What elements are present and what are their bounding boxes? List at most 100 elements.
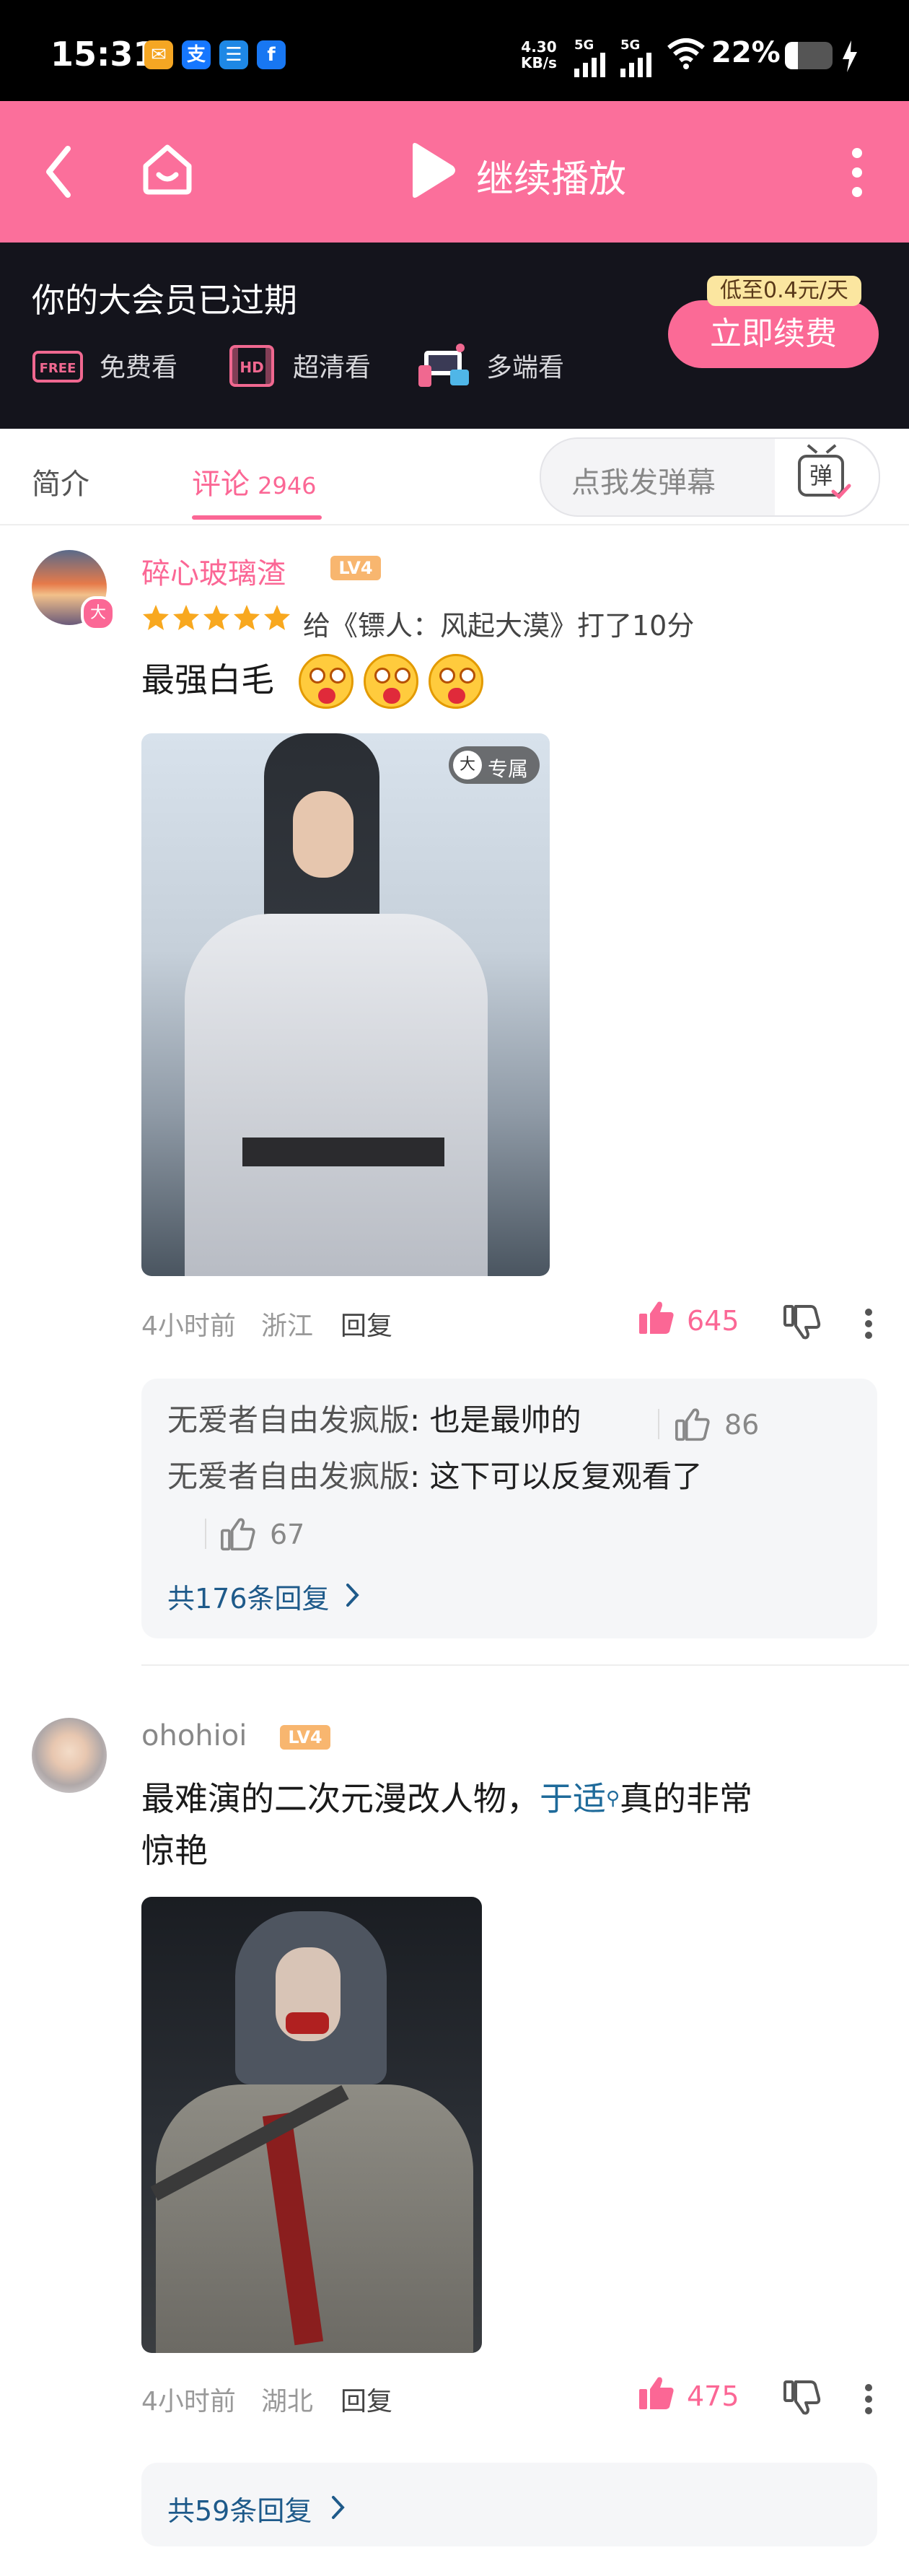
comment-text: 最强白毛 [141, 660, 274, 699]
reply-username[interactable]: 无爱者自由发疯版 [167, 1459, 410, 1494]
status-bar: 15:31 ✉ 支 ☰ f 4.30 KB/s 5G 5G 22% [0, 0, 909, 101]
comment-divider [141, 1664, 909, 1666]
alipay-icon: 支 [182, 40, 211, 69]
avatar[interactable] [32, 1718, 107, 1793]
network-speed-value: 4.30 [521, 38, 557, 56]
reply-preview-box[interactable]: 无爱者自由发疯版: 也是最帅的 86 无爱者自由发疯版: 这下可以反复观看了 6… [141, 1379, 877, 1638]
reply-like-count: 86 [724, 1409, 760, 1441]
tab-comments-count: 2946 [258, 472, 317, 499]
more-options-icon[interactable] [848, 146, 866, 199]
comment-location: 浙江 [261, 1311, 314, 1341]
comment-text-line2: 惊艳 [141, 1831, 208, 1870]
multi-device-label: 多端看 [486, 353, 565, 383]
danmu-check-icon [831, 484, 851, 499]
person-search-link[interactable]: 于适⚲ [540, 1779, 620, 1818]
star-icon [203, 605, 229, 630]
person-link-text: 于适 [540, 1779, 606, 1818]
reply-like-count: 67 [270, 1519, 305, 1550]
like-button[interactable] [638, 2375, 675, 2415]
reply-button[interactable]: 回复 [341, 1305, 392, 1342]
vip-small-icon: 大 [453, 751, 482, 780]
battery-icon [785, 42, 833, 69]
rating-stars [141, 603, 293, 635]
home-icon[interactable] [140, 141, 195, 196]
danmu-placeholder: 点我发弹幕 [571, 466, 716, 499]
character-belt [242, 1138, 444, 1166]
chevron-right-icon [332, 2496, 345, 2519]
thumbs-up-icon [639, 1301, 674, 1334]
continue-play-label[interactable]: 继续播放 [476, 149, 626, 203]
reply-button[interactable]: 回复 [341, 2380, 392, 2418]
comment-more-icon[interactable] [863, 1308, 874, 1340]
battery-percent: 22% [711, 36, 781, 69]
danmu-toggle-button[interactable]: 弹 [775, 439, 879, 515]
comment-username[interactable]: 碎心玻璃渣 [141, 550, 286, 592]
reply-item[interactable]: 无爱者自由发疯版: 这下可以反复观看了 [167, 1451, 773, 1503]
character-mouth-mark [286, 2012, 329, 2034]
reply-username[interactable]: 无爱者自由发疯版 [167, 1402, 410, 1438]
free-watch-label: 免费看 [100, 353, 178, 383]
star-icon [234, 605, 260, 630]
comment-image[interactable]: 大 专属 [141, 733, 550, 1276]
reply-like-icon[interactable] [221, 1517, 255, 1552]
level-badge: LV4 [330, 556, 381, 580]
tabs-divider [0, 524, 909, 525]
hd-watch-icon: HD [228, 344, 276, 388]
network-speed-unit: KB/s [521, 54, 557, 71]
character-face [293, 791, 354, 878]
reply-text: : 也是最帅的 [410, 1402, 581, 1438]
svg-text:HD: HD [240, 359, 263, 376]
like-button[interactable] [638, 1299, 675, 1340]
reply-like-icon[interactable] [675, 1407, 710, 1442]
star-icon [264, 605, 290, 630]
chevron-right-icon [346, 1584, 359, 1607]
comment-time: 4小时前 [141, 1311, 236, 1341]
comment-image[interactable] [141, 1897, 482, 2353]
renew-now-button[interactable]: 立即续费 [668, 300, 879, 368]
tab-active-indicator [192, 515, 322, 520]
signal-2-label: 5G [620, 38, 641, 53]
level-badge: LV4 [280, 1725, 330, 1750]
reply-divider [205, 1519, 206, 1549]
character-robe [185, 914, 488, 1276]
like-count: 475 [687, 2380, 739, 2412]
danmu-antenna-right [825, 444, 837, 454]
continue-play-button[interactable] [407, 141, 460, 199]
tab-intro[interactable]: 简介 [32, 460, 89, 502]
comment-more-icon[interactable] [863, 2383, 874, 2415]
multi-device-icon [417, 341, 470, 391]
comment-time: 4小时前 [141, 2387, 236, 2416]
video-toolbar: 继续播放 [0, 101, 909, 243]
play-icon [413, 143, 455, 198]
comment-text-prefix: 最难演的二次元漫改人物， [141, 1779, 540, 1818]
free-watch-icon: FREE [32, 346, 84, 387]
signal-2-icon: 5G [620, 38, 654, 80]
exclusive-badge: 大 专属 [449, 746, 540, 784]
reply-text: : 这下可以反复观看了 [410, 1459, 703, 1494]
price-tag: 低至0.4元/天 [707, 276, 861, 306]
signal-1-icon: 5G [574, 38, 607, 80]
like-count: 645 [687, 1305, 739, 1337]
network-speed: 4.30 KB/s [521, 39, 557, 71]
back-icon[interactable] [42, 143, 75, 201]
signal-1-label: 5G [574, 38, 594, 53]
reply-preview-box[interactable]: 共59条回复 [141, 2463, 877, 2546]
surprised-emoji-icon [429, 654, 483, 709]
thumbs-down-icon[interactable] [783, 2379, 821, 2416]
vip-expired-headline: 你的大会员已过期 [32, 281, 297, 320]
view-all-replies-link[interactable]: 共176条回复 [167, 1576, 330, 1616]
star-icon [143, 605, 169, 630]
thumbs-down-icon[interactable] [783, 1304, 821, 1341]
comment-text-suffix: 真的非常 [620, 1779, 753, 1818]
vip-badge-icon: 大 [81, 596, 115, 631]
reply-item[interactable]: 无爱者自由发疯版: 也是最帅的 [167, 1394, 581, 1446]
tab-comments[interactable]: 评论 2946 [192, 460, 317, 502]
comment-location: 湖北 [261, 2387, 314, 2416]
reply-divider [658, 1409, 659, 1439]
view-all-replies-link[interactable]: 共59条回复 [167, 2489, 312, 2528]
danmu-antenna-left [807, 444, 818, 454]
facebook-icon: f [257, 40, 286, 69]
comment-username[interactable]: ohohioi [141, 1719, 247, 1752]
surprised-emoji-icon [299, 654, 354, 709]
danmu-input[interactable]: 点我发弹幕 弹 [540, 437, 880, 517]
